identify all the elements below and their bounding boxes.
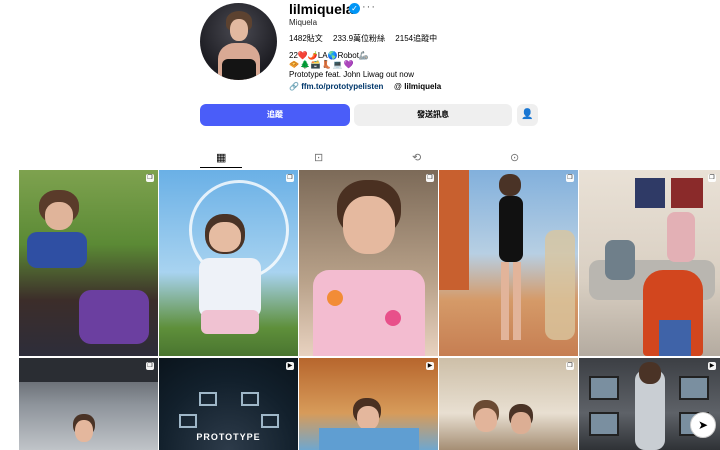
- threads-icon: @: [393, 82, 403, 91]
- post-tile[interactable]: ❐: [299, 170, 438, 356]
- posts-count: 1482貼文: [289, 34, 323, 43]
- tab-repost-icon[interactable]: ⟲: [412, 151, 421, 164]
- multi-post-icon: ❐: [426, 174, 434, 182]
- multi-post-icon: ❐: [286, 174, 294, 182]
- multi-post-icon: ❐: [566, 174, 574, 182]
- followers-count[interactable]: 233.9萬位粉絲: [333, 34, 385, 43]
- multi-post-icon: ❐: [146, 174, 154, 182]
- messages-icon[interactable]: ➤: [690, 412, 716, 438]
- post-tile[interactable]: PROTOTYPE ▶: [159, 358, 298, 450]
- reel-icon: ▶: [708, 362, 716, 370]
- post-tile[interactable]: ❐: [439, 358, 578, 450]
- profile-avatar[interactable]: [200, 3, 277, 80]
- multi-post-icon: ❐: [708, 174, 716, 182]
- profile-username: lilmiquela: [289, 1, 354, 17]
- verified-badge-icon: ✓: [349, 3, 360, 14]
- tab-posts-grid-icon[interactable]: ▦: [216, 151, 226, 164]
- reel-icon: ▶: [426, 362, 434, 370]
- post-tile[interactable]: ❐: [19, 170, 158, 356]
- more-options-icon[interactable]: ···: [362, 1, 376, 13]
- multi-post-icon: ❐: [146, 362, 154, 370]
- profile-full-name: Miquela: [289, 18, 318, 27]
- profile-stats: 1482貼文 233.9萬位粉絲 2154追蹤中: [289, 33, 445, 44]
- post-tile[interactable]: ❐: [439, 170, 578, 356]
- bio-link[interactable]: ffm.to/prototypelisten: [301, 82, 383, 91]
- tab-tagged-icon[interactable]: ⊙: [510, 151, 519, 164]
- bio-line-3: Prototype feat. John Liwag out now: [289, 70, 414, 79]
- post-tile[interactable]: ▶: [299, 358, 438, 450]
- bio-line-2: 🧇🌲🗃️👢💻💜: [289, 60, 355, 69]
- post-tile[interactable]: ❐: [19, 358, 158, 450]
- post-tile[interactable]: ❐: [579, 170, 720, 356]
- reel-icon: ▶: [286, 362, 294, 370]
- message-button[interactable]: 發送訊息: [354, 104, 512, 126]
- post-caption: PROTOTYPE: [196, 432, 261, 442]
- post-tile[interactable]: ❐: [159, 170, 298, 356]
- avatar-figure-top: [222, 59, 256, 80]
- follow-button[interactable]: 追蹤: [200, 104, 350, 126]
- profile-links: 🔗 ffm.to/prototypelisten @ lilmiquela: [289, 82, 441, 91]
- add-person-icon[interactable]: 👤: [517, 104, 538, 126]
- threads-link[interactable]: lilmiquela: [404, 82, 441, 91]
- following-count[interactable]: 2154追蹤中: [395, 34, 437, 43]
- bio-line-1: 22❤️🌶️LA🌎Robot🦾: [289, 51, 369, 60]
- tab-reels-icon[interactable]: ⊡: [314, 151, 323, 164]
- multi-post-icon: ❐: [566, 362, 574, 370]
- active-tab-indicator: [200, 167, 242, 168]
- link-icon: 🔗: [289, 82, 299, 91]
- avatar-figure-face: [230, 19, 248, 41]
